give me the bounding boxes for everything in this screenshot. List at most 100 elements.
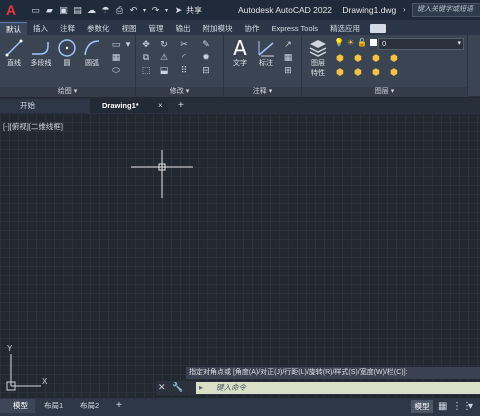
document-name: Drawing1.dwg [342,5,397,15]
add-layout-button[interactable]: + [116,399,122,413]
layers-panel-title[interactable]: 图层 ▾ [302,87,467,97]
layer-on-bulb-icon[interactable]: 💡 [334,38,344,47]
layer-tool-3-icon[interactable]: ⬢ [370,53,382,64]
erase-icon[interactable]: ✎ [200,39,212,50]
circle-label: 圆 [63,60,71,67]
scale-icon[interactable]: ⬓ [158,65,170,76]
layer-tool-4-icon[interactable]: ⬢ [388,53,400,64]
fillet-icon[interactable]: ◜ [178,52,190,63]
mirror-icon[interactable]: ⚠ [158,52,170,63]
tab-drawing1[interactable]: Drawing1* × [90,99,168,113]
close-command-line-icon[interactable]: ✕ [158,382,166,393]
arc-tool-button[interactable]: 圆弧 [80,38,104,68]
move-icon[interactable]: ✥ [140,39,152,50]
layer-properties-button[interactable]: 图层 特性 [304,38,332,78]
layer-tool-6-icon[interactable]: ⬢ [352,67,364,78]
share-button[interactable]: ➤ 共享 [173,5,202,16]
layer-tool-2-icon[interactable]: ⬢ [352,53,364,64]
share-label: 共享 [186,5,202,15]
rectangle-icon[interactable]: ▭ [110,39,122,50]
new-tab-button[interactable]: + [178,99,184,113]
drawing-canvas[interactable] [0,113,480,397]
status-more-icon[interactable]: ▾ [468,401,473,412]
ellipse-icon[interactable]: ⬭ [110,65,122,76]
array-icon[interactable]: ⠿ [178,65,190,76]
annotation-grid-icon[interactable]: ⊞ [282,65,294,76]
annotation-panel-title[interactable]: 注释 ▾ [224,87,301,97]
tab-express-tools[interactable]: Express Tools [266,22,325,35]
layout-tab-layout1[interactable]: 布局1 [44,399,63,413]
leader-icon[interactable]: ↗ [282,39,294,50]
annotation-panel: A 文字 标注 ↗ ▦ ⊞ 注释 ▾ [224,35,302,97]
layer-tool-8-icon[interactable]: ⬢ [388,67,400,78]
ribbon-overflow-panel[interactable] [468,35,480,97]
copy-icon[interactable]: ⧉ [140,52,152,63]
trim-icon[interactable]: ✂ [178,39,190,50]
polyline-tool-button[interactable]: 多段线 [26,38,56,68]
customize-wrench-icon[interactable]: 🔧 [172,382,183,393]
tab-manage[interactable]: 管理 [143,22,170,35]
tab-featured-apps[interactable]: 精选应用 [324,22,366,35]
tab-annotate[interactable]: 注释 [54,22,81,35]
quick-access-toolbar: ▭ ▰ ▣ ▤ ☁ ☂ ⎙ ↶ ▾ ↷ ▾ [30,0,169,20]
tab-output[interactable]: 输出 [170,22,197,35]
text-icon: A [233,36,247,60]
modify-panel-title[interactable]: 修改 ▾ [136,87,223,97]
layer-stack-icon [307,38,329,58]
tab-addins[interactable]: 附加模块 [197,22,239,35]
table-icon[interactable]: ▦ [282,52,294,63]
line-icon [3,38,25,58]
save-as-icon[interactable]: ▤ [72,5,83,16]
current-layer-dropdown[interactable]: 0 ▾ [378,38,464,50]
grid-toggle-icon[interactable]: ▦ [438,401,447,412]
layout-tab-model[interactable]: 模型 [0,399,35,413]
line-tool-button[interactable]: 直线 [2,38,26,68]
new-file-icon[interactable]: ▭ [30,5,41,16]
layout-tab-layout2[interactable]: 布局2 [80,399,99,413]
command-line: ✕ 🔧 ▸ 键入命令 [156,381,480,395]
text-tool-button[interactable]: A 文字 [228,36,252,68]
layer-tool-1-icon[interactable]: ⬢ [334,53,346,64]
search-input[interactable]: 键入关键字或短语 [412,3,480,17]
dimension-tool-button[interactable]: 标注 [254,38,278,68]
layers-panel: 图层 特性 💡 ☀ 🔓 0 ▾ ⬢ ⬢ ⬢ ⬢ ⬢ ⬢ ⬢ ⬢ 图层 ▾ [302,35,468,97]
cloud-icon[interactable]: ☁ [86,5,97,16]
ribbon-display-toggle[interactable] [370,24,387,33]
tab-default[interactable]: 默认 [0,22,27,35]
stretch-icon[interactable]: ⬚ [140,65,152,76]
tab-insert[interactable]: 插入 [27,22,54,35]
layer-color-swatch[interactable] [370,39,378,46]
tab-parametric[interactable]: 参数化 [81,22,116,35]
status-bar: 模型 布局1 布局2 + 模型 ▦ ⋮⋮ ▾ [0,398,480,416]
redo-dropdown-icon[interactable]: ▾ [164,5,169,16]
tab-collaborate[interactable]: 协作 [239,22,266,35]
save-icon[interactable]: ▣ [58,5,69,16]
polyline-icon [30,38,52,58]
cloud-upload-icon[interactable]: ☂ [100,5,111,16]
tab-start[interactable]: 开始 [0,99,90,113]
undo-icon[interactable]: ↶ [128,5,139,16]
close-icon[interactable]: × [158,99,163,113]
viewport-controls[interactable]: [-][俯视][二维线框] [3,121,63,132]
arc-icon [81,38,103,58]
autocad-logo-icon[interactable]: A [2,1,20,19]
draw-panel-title[interactable]: 绘图 ▾ [0,87,135,97]
layer-freeze-sun-icon[interactable]: ☀ [347,38,354,47]
open-folder-icon[interactable]: ▰ [44,5,55,16]
layer-tool-7-icon[interactable]: ⬢ [370,67,382,78]
hatch-icon[interactable]: ▦ [110,52,122,63]
layer-tool-5-icon[interactable]: ⬢ [334,67,346,78]
offset-icon[interactable]: ⊟ [200,65,212,76]
layer-state-row: 💡 ☀ 🔓 [334,38,378,47]
tab-view[interactable]: 视图 [116,22,143,35]
print-icon[interactable]: ⎙ [114,5,125,16]
redo-icon[interactable]: ↷ [150,5,161,16]
status-model-space-button[interactable]: 模型 [411,400,433,413]
explode-icon[interactable]: ✹ [200,52,212,63]
command-input[interactable]: ▸ 键入命令 [196,382,480,394]
rectangle-dropdown-icon[interactable]: ▾ [122,39,134,50]
layer-lock-icon[interactable]: 🔓 [357,38,367,47]
circle-tool-button[interactable]: 圆 [56,38,78,68]
rotate-icon[interactable]: ↻ [158,39,170,50]
undo-dropdown-icon[interactable]: ▾ [142,5,147,16]
